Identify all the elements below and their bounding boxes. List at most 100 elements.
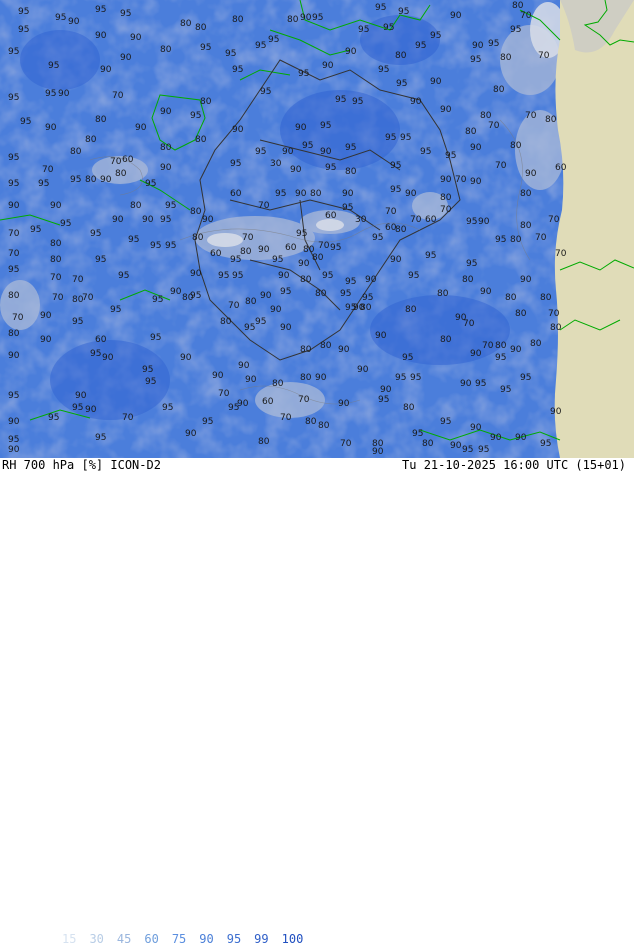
field-value-label: 95 (352, 97, 363, 107)
field-value-label: 95 (320, 121, 331, 131)
field-value-label: 95 (160, 215, 171, 225)
field-value-label: 90 (202, 215, 214, 225)
field-value-label: 95 (20, 117, 31, 127)
map-title: RH 700 hPa [%] ICON-D2 (2, 458, 161, 472)
field-value-label: 70 (535, 233, 547, 243)
field-value-label: 60 (95, 335, 107, 345)
field-value-label: 80 (160, 143, 172, 153)
field-value-label: 95 (145, 179, 156, 189)
legend-item: 45 (116, 932, 132, 946)
field-value-label: 95 (466, 259, 477, 269)
field-value-label: 95 (60, 219, 71, 229)
field-value-label: 80 (512, 1, 524, 11)
field-value-label: 95 (298, 69, 309, 79)
field-value-label: 90 (40, 311, 52, 321)
field-value-label: 95 (390, 185, 401, 195)
field-value-label: 90 (185, 429, 197, 439)
field-value-label: 90 (8, 351, 20, 361)
field-value-label: 60 (425, 215, 437, 225)
field-value-label: 95 (488, 39, 499, 49)
field-value-label: 95 (30, 225, 41, 235)
field-value-label: 90 (315, 373, 327, 383)
field-value-label: 90 (238, 361, 250, 371)
field-value-label: 70 (488, 121, 500, 131)
field-value-label: 95 (402, 353, 413, 363)
field-value-label: 90 (470, 349, 482, 359)
field-value-label: 95 (425, 251, 436, 261)
field-value-label: 80 (320, 341, 332, 351)
field-value-label: 80 (493, 85, 505, 95)
field-value-label: 90 (345, 47, 357, 57)
field-value-label: 80 (510, 141, 522, 151)
field-value-label: 70 (482, 341, 494, 351)
field-value-label: 90 (100, 65, 112, 75)
field-value-label: 90 (460, 379, 472, 389)
field-value-label: 70 (50, 273, 62, 283)
field-value-label: 95 (330, 243, 341, 253)
field-value-label: 90 (8, 201, 20, 211)
field-value-label: 80 (360, 303, 372, 313)
field-value-label: 80 (160, 45, 172, 55)
field-value-label: 80 (180, 19, 192, 29)
field-value-label: 95 (312, 13, 323, 23)
field-value-label: 95 (272, 255, 283, 265)
field-value-label: 80 (315, 289, 327, 299)
field-value-label: 80 (500, 53, 512, 63)
legend-item: 30 (89, 932, 104, 946)
field-value-label: 90 (430, 77, 442, 87)
field-value-label: 60 (230, 189, 242, 199)
field-value-label: 90 (372, 447, 384, 457)
field-value-label: 80 (240, 247, 252, 257)
field-value-label: 80 (550, 323, 562, 333)
field-value-label: 90 (450, 441, 462, 451)
field-value-label: 90 (278, 271, 290, 281)
field-value-label: 95 (95, 5, 106, 15)
field-value-label: 95 (398, 7, 409, 17)
field-value-label: 95 (470, 55, 481, 65)
map-area: 95 95 90 95 95 80 80 80 80 90 95 95 95 90 80 70 95 90 90 95… (0, 0, 634, 458)
field-value-label: 95 (142, 365, 153, 375)
field-value-label: 70 (298, 395, 310, 405)
field-value-label: 80 (287, 15, 299, 25)
field-value-label: 70 (440, 205, 452, 215)
field-value-label: 70 (8, 249, 20, 259)
field-value-label: 80 (8, 329, 20, 339)
field-value-label: 95 (358, 25, 369, 35)
field-value-label: 90 (160, 107, 172, 117)
field-value-label: 95 (412, 429, 423, 439)
field-value-label: 95 (466, 217, 477, 227)
field-value-label: 95 (95, 255, 106, 265)
field-value-label: 60 (325, 211, 337, 221)
field-value-label: 90 (102, 353, 114, 363)
field-value-label: 90 (270, 305, 282, 315)
field-value-label: 70 (72, 275, 84, 285)
legend-item: 15 (62, 932, 77, 946)
field-value-label: 90 (440, 175, 452, 185)
field-value-label: 90 (135, 123, 147, 133)
field-value-label: 95 (400, 133, 411, 143)
field-value-label: 90 (365, 275, 377, 285)
field-value-label: 95 (48, 61, 59, 71)
field-value-label: 70 (12, 313, 24, 323)
field-value-label: 80 (312, 253, 324, 263)
field-value-label: 90 (237, 399, 249, 409)
field-value-label: 95 (520, 373, 531, 383)
field-value-label: 80 (440, 335, 452, 345)
field-value-label: 95 (8, 435, 19, 445)
field-value-label: 70 (218, 389, 230, 399)
field-value-label: 95 (340, 289, 351, 299)
field-value-label: 90 (338, 345, 350, 355)
field-value-label: 95 (165, 241, 176, 251)
field-value-label: 95 (395, 373, 406, 383)
field-value-label: 80 (192, 233, 204, 243)
field-value-label: 70 (110, 157, 122, 167)
field-value-label: 70 (52, 293, 64, 303)
field-value-label: 80 (200, 97, 212, 107)
field-value-label: 80 (440, 193, 452, 203)
field-value-label: 95 (268, 35, 279, 45)
field-value-label: 80 (305, 417, 317, 427)
field-value-label: 80 (310, 189, 322, 199)
field-value-label: 95 (396, 79, 407, 89)
field-value-label: 70 (410, 215, 422, 225)
field-value-label: 90 (290, 165, 302, 175)
